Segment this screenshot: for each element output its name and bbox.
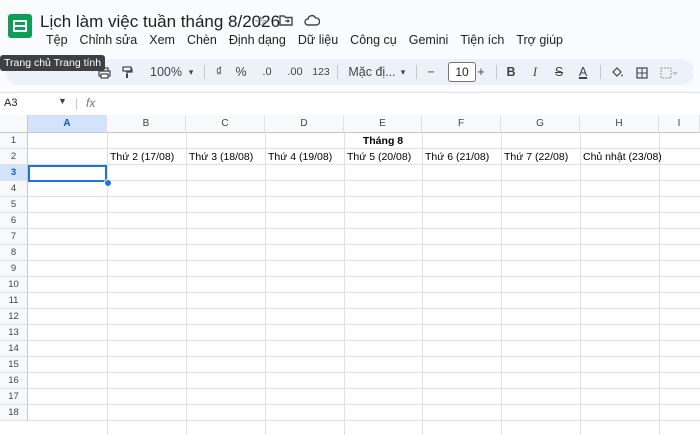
zoom-chevron-down-icon[interactable]: ▾: [186, 59, 196, 85]
cell-e2[interactable]: Thứ 5 (20/08): [347, 149, 411, 165]
menu-file[interactable]: Tệp: [40, 33, 74, 47]
font-size-input[interactable]: 10: [448, 62, 476, 82]
row-header-17[interactable]: 17: [0, 389, 28, 405]
column-header-c[interactable]: C: [186, 115, 265, 133]
row-header-8[interactable]: 8: [0, 245, 28, 261]
menu-view[interactable]: Xem: [143, 33, 181, 47]
menu-gemini[interactable]: Gemini: [403, 33, 455, 47]
spreadsheet-grid[interactable]: A B C D E F G H I 1 2 3 4 5 6 7 8 9 10 1…: [0, 115, 700, 435]
percent-format-button[interactable]: %: [234, 59, 248, 85]
formula-bar: A3 ▼ fx: [0, 92, 700, 116]
row-header-6[interactable]: 6: [0, 213, 28, 229]
star-icon[interactable]: ☆: [254, 13, 267, 31]
row-header-1[interactable]: 1: [0, 133, 28, 149]
borders-icon[interactable]: [634, 59, 650, 85]
cell-b2[interactable]: Thứ 2 (17/08): [110, 149, 174, 165]
row-header-3[interactable]: 3: [0, 165, 28, 181]
row-header-12[interactable]: 12: [0, 309, 28, 325]
bold-button[interactable]: B: [504, 59, 518, 85]
menu-edit[interactable]: Chỉnh sửa: [74, 33, 144, 47]
row-header-10[interactable]: 10: [0, 277, 28, 293]
cell-c2[interactable]: Thứ 3 (18/08): [189, 149, 253, 165]
column-header-f[interactable]: F: [422, 115, 501, 133]
row-header-4[interactable]: 4: [0, 181, 28, 197]
font-size-increase-button[interactable]: +: [474, 59, 488, 85]
document-title[interactable]: Lịch làm việc tuần tháng 8/2026: [40, 12, 280, 32]
cell-g2[interactable]: Thứ 7 (22/08): [504, 149, 568, 165]
currency-format-button[interactable]: ₫: [212, 59, 226, 85]
column-header-g[interactable]: G: [501, 115, 580, 133]
menu-format[interactable]: Định dạng: [223, 33, 292, 47]
toolbar: 100% ▾ ₫ % .0 .00 123 Mặc đị... ▾ − 10 +…: [6, 59, 694, 85]
text-color-button[interactable]: A: [576, 59, 590, 85]
row-header-14[interactable]: 14: [0, 341, 28, 357]
cloud-status-icon[interactable]: [304, 13, 321, 30]
row-header-15[interactable]: 15: [0, 357, 28, 373]
row-header-13[interactable]: 13: [0, 325, 28, 341]
menu-data[interactable]: Dữ liệu: [292, 33, 344, 47]
menu-tools[interactable]: Công cụ: [344, 33, 403, 47]
fx-icon: fx: [86, 96, 96, 110]
menu-insert[interactable]: Chèn: [181, 33, 223, 47]
fill-handle[interactable]: [104, 179, 112, 187]
row-header-11[interactable]: 11: [0, 293, 28, 309]
row-header-7[interactable]: 7: [0, 229, 28, 245]
home-tooltip: Trang chủ Trang tính: [0, 55, 106, 71]
column-header-d[interactable]: D: [265, 115, 344, 133]
number-format-button[interactable]: 123: [311, 59, 331, 85]
cell-f2[interactable]: Thứ 6 (21/08): [425, 149, 489, 165]
move-folder-icon[interactable]: [279, 13, 293, 30]
zoom-select[interactable]: 100%: [146, 59, 186, 85]
row-header-5[interactable]: 5: [0, 197, 28, 213]
merge-cells-icon[interactable]: [658, 59, 680, 85]
menu-bar: Tệp Chỉnh sửa Xem Chèn Định dạng Dữ liệu…: [40, 33, 569, 47]
cell-h2[interactable]: Chủ nhật (23/08): [583, 149, 662, 165]
decrease-decimal-button[interactable]: .0: [258, 59, 276, 85]
font-select[interactable]: Mặc đị...: [346, 59, 398, 85]
name-box-chevron-down-icon[interactable]: ▼: [58, 96, 67, 106]
column-header-a[interactable]: A: [28, 115, 107, 133]
row-header-2[interactable]: 2: [0, 149, 28, 165]
column-header-i[interactable]: I: [659, 115, 700, 133]
sheets-logo-icon[interactable]: [8, 14, 32, 38]
column-header-h[interactable]: H: [580, 115, 659, 133]
row-header-9[interactable]: 9: [0, 261, 28, 277]
fill-color-icon[interactable]: [609, 59, 625, 85]
font-size-decrease-button[interactable]: −: [424, 59, 438, 85]
increase-decimal-button[interactable]: .00: [284, 59, 306, 85]
select-all-corner[interactable]: [0, 115, 28, 133]
row-header-18[interactable]: 18: [0, 405, 28, 421]
column-header-e[interactable]: E: [344, 115, 422, 133]
title-bar: Lịch làm việc tuần tháng 8/2026 ☆ Tệp Ch…: [0, 0, 700, 56]
italic-button[interactable]: I: [528, 59, 542, 85]
row-header-16[interactable]: 16: [0, 373, 28, 389]
cell-d2[interactable]: Thứ 4 (19/08): [268, 149, 332, 165]
cell-e1[interactable]: Tháng 8: [344, 133, 422, 149]
active-cell-a3[interactable]: [28, 165, 107, 182]
menu-help[interactable]: Trợ giúp: [510, 33, 569, 47]
menu-extensions[interactable]: Tiện ích: [454, 33, 510, 47]
paint-format-icon[interactable]: [119, 59, 135, 85]
column-header-b[interactable]: B: [107, 115, 186, 133]
name-box[interactable]: A3: [4, 97, 17, 109]
strikethrough-button[interactable]: S: [552, 59, 566, 85]
font-chevron-down-icon[interactable]: ▾: [398, 59, 408, 85]
